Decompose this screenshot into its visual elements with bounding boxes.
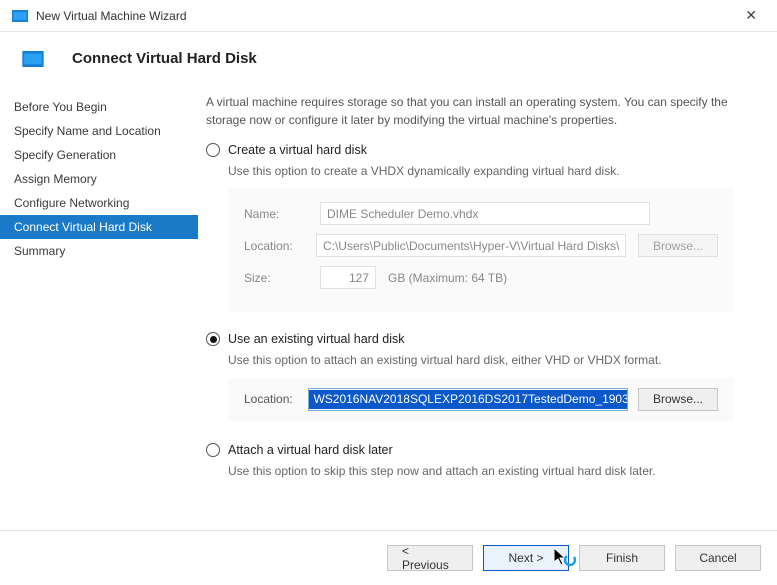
wizard-icon bbox=[12, 10, 28, 22]
create-location-input bbox=[316, 234, 626, 257]
create-vhd-panel: Name: Location: Browse... Size: GB (Maxi… bbox=[228, 188, 734, 312]
create-size-input bbox=[320, 266, 376, 289]
option-create-help: Use this option to create a VHDX dynamic… bbox=[228, 163, 755, 180]
wizard-footer: < Previous Next > Finish Cancel bbox=[0, 530, 777, 585]
page-header: Connect Virtual Hard Disk bbox=[0, 32, 777, 91]
window-title: New Virtual Machine Wizard bbox=[36, 9, 187, 23]
option-later-help: Use this option to skip this step now an… bbox=[228, 463, 755, 480]
main-content: A virtual machine requires storage so th… bbox=[198, 91, 777, 498]
create-browse-button: Browse... bbox=[638, 234, 718, 257]
disk-icon bbox=[22, 51, 44, 67]
sidebar-item-generation[interactable]: Specify Generation bbox=[0, 143, 198, 167]
sidebar-item-summary[interactable]: Summary bbox=[0, 239, 198, 263]
existing-location-value: WS2016NAV2018SQLEXP2016DS2017TestedDemo_… bbox=[309, 390, 628, 409]
create-name-label: Name: bbox=[244, 207, 308, 221]
page-title: Connect Virtual Hard Disk bbox=[72, 50, 257, 67]
option-existing-help: Use this option to attach an existing vi… bbox=[228, 352, 755, 369]
radio-icon bbox=[206, 443, 220, 457]
sidebar-item-networking[interactable]: Configure Networking bbox=[0, 191, 198, 215]
option-create-vhd[interactable]: Create a virtual hard disk bbox=[206, 143, 755, 157]
sidebar-item-connect-vhd[interactable]: Connect Virtual Hard Disk bbox=[0, 215, 198, 239]
sidebar-item-memory[interactable]: Assign Memory bbox=[0, 167, 198, 191]
intro-text: A virtual machine requires storage so th… bbox=[206, 93, 755, 129]
sidebar-item-name-location[interactable]: Specify Name and Location bbox=[0, 119, 198, 143]
create-location-label: Location: bbox=[244, 239, 304, 253]
titlebar: New Virtual Machine Wizard ✕ bbox=[0, 0, 777, 32]
option-existing-label: Use an existing virtual hard disk bbox=[228, 332, 404, 346]
close-button[interactable]: ✕ bbox=[737, 3, 765, 28]
existing-location-input[interactable]: WS2016NAV2018SQLEXP2016DS2017TestedDemo_… bbox=[308, 388, 628, 411]
next-button[interactable]: Next > bbox=[483, 545, 569, 571]
existing-location-label: Location: bbox=[244, 392, 298, 406]
previous-button[interactable]: < Previous bbox=[387, 545, 473, 571]
radio-icon-selected bbox=[206, 332, 220, 346]
existing-browse-button[interactable]: Browse... bbox=[638, 388, 718, 411]
radio-icon bbox=[206, 143, 220, 157]
sidebar-item-before-you-begin[interactable]: Before You Begin bbox=[0, 95, 198, 119]
existing-vhd-panel: Location: WS2016NAV2018SQLEXP2016DS2017T… bbox=[228, 378, 734, 421]
option-later-label: Attach a virtual hard disk later bbox=[228, 443, 393, 457]
create-name-input bbox=[320, 202, 650, 225]
option-existing-vhd[interactable]: Use an existing virtual hard disk bbox=[206, 332, 755, 346]
create-size-label: Size: bbox=[244, 271, 308, 285]
cancel-button[interactable]: Cancel bbox=[675, 545, 761, 571]
finish-button[interactable]: Finish bbox=[579, 545, 665, 571]
create-size-unit: GB (Maximum: 64 TB) bbox=[388, 271, 507, 285]
option-attach-later[interactable]: Attach a virtual hard disk later bbox=[206, 443, 755, 457]
option-create-label: Create a virtual hard disk bbox=[228, 143, 367, 157]
wizard-steps-sidebar: Before You Begin Specify Name and Locati… bbox=[0, 91, 198, 498]
